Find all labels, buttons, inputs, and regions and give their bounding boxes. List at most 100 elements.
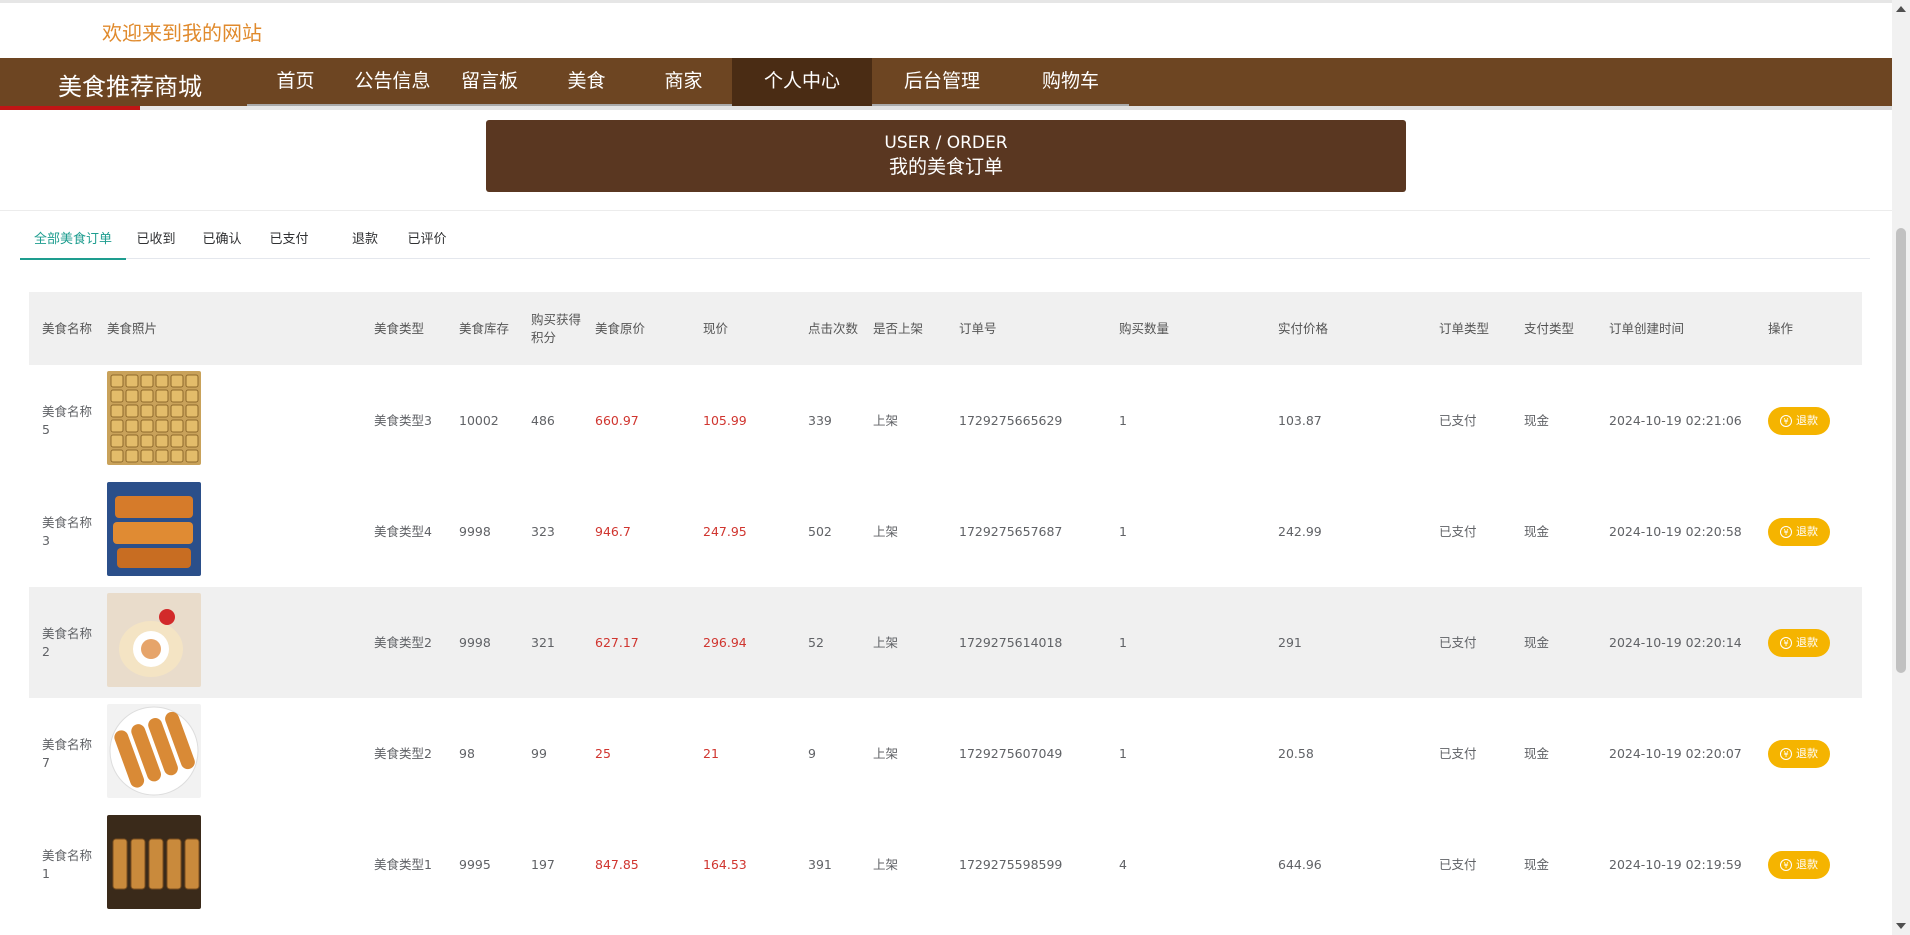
cell-text: 20.58: [1278, 745, 1314, 761]
orders-table: 美食名称 美食照片 美食类型 美食库存 购买获得积分 美食原价 现价 点击次数 是否上架 订单号 购…: [29, 292, 1862, 920]
cell-paid: 20.58: [1278, 698, 1428, 809]
cell-action: ¥ 退款: [1768, 365, 1848, 476]
nav-item-user-center[interactable]: 个人中心: [732, 58, 872, 106]
cell-pay-type: 现金: [1524, 365, 1604, 476]
cell-paid: 291: [1278, 587, 1428, 698]
cell-text: 9998: [459, 523, 491, 539]
nav-item-message-board[interactable]: 留言板: [441, 58, 538, 106]
nav-item-home[interactable]: 首页: [247, 58, 344, 106]
col-header-order-type: 订单类型: [1439, 320, 1490, 336]
cell-text: 164.53: [703, 856, 747, 872]
cell-text: 现金: [1524, 856, 1550, 872]
cell-points: 197: [531, 809, 587, 920]
cell-text: 2024-10-19 02:20:07: [1609, 745, 1742, 761]
cell-text: 美食类型2: [374, 745, 432, 761]
vertical-scrollbar[interactable]: [1892, 0, 1910, 935]
tab-received[interactable]: 已收到: [132, 222, 180, 258]
cell-shelf: 上架: [873, 809, 953, 920]
refund-button[interactable]: ¥ 退款: [1768, 406, 1830, 435]
nav-item-cart[interactable]: 购物车: [1012, 58, 1129, 106]
cell-text: 1729275614018: [959, 634, 1063, 650]
cell-order-no: 1729275598599: [959, 809, 1109, 920]
cell-action: ¥ 退款: [1768, 476, 1848, 587]
cell-price: 21: [703, 698, 803, 809]
cell-text: 1729275607049: [959, 745, 1063, 761]
nav-item-merchants[interactable]: 商家: [635, 58, 732, 106]
cell-text: 美食名称7: [42, 736, 93, 770]
cell-text: 已支付: [1439, 412, 1477, 428]
food-photo[interactable]: [107, 371, 201, 470]
cell-price: 105.99: [703, 365, 803, 476]
cell-order-type: 已支付: [1439, 809, 1519, 920]
cell-text: 105.99: [703, 412, 747, 428]
cell-type: 美食类型4: [374, 476, 454, 587]
table-row: 美食名称7 美食类型2 98 99 25 21 9 上架 1729275607049 1 20.58…: [29, 698, 1862, 809]
cell-qty: 1: [1119, 365, 1269, 476]
col-header-stock: 美食库存: [459, 320, 510, 336]
cell-clicks: 339: [808, 365, 866, 476]
food-photo[interactable]: [107, 482, 201, 581]
nav-item-admin[interactable]: 后台管理: [872, 58, 1012, 106]
refund-button[interactable]: ¥ 退款: [1768, 517, 1830, 546]
cell-text: 现金: [1524, 523, 1550, 539]
cell-price: 247.95: [703, 476, 803, 587]
nav-item-notices[interactable]: 公告信息: [344, 58, 441, 106]
food-photo[interactable]: [107, 593, 201, 692]
nav-item-food[interactable]: 美食: [538, 58, 635, 106]
cell-pay-type: 现金: [1524, 698, 1604, 809]
refund-button[interactable]: ¥ 退款: [1768, 628, 1830, 657]
cell-text: 上架: [873, 412, 899, 428]
cell-photo: [107, 587, 367, 698]
food-photo[interactable]: [107, 815, 201, 914]
refund-button[interactable]: ¥ 退款: [1768, 850, 1830, 879]
cell-order-type: 已支付: [1439, 587, 1519, 698]
cell-text: 644.96: [1278, 856, 1322, 872]
cell-qty: 4: [1119, 809, 1269, 920]
cell-text: 391: [808, 856, 832, 872]
col-header-order-no: 订单号: [959, 320, 997, 336]
cell-text: 21: [703, 745, 719, 761]
cell-text: 上架: [873, 523, 899, 539]
food-photo[interactable]: [107, 704, 201, 803]
cell-text: 9995: [459, 856, 491, 872]
nav-stripe: [0, 106, 1892, 110]
cell-stock: 9998: [459, 476, 521, 587]
yen-coin-icon: ¥: [1780, 525, 1792, 538]
tab-refund[interactable]: 退款: [345, 222, 385, 258]
site-brand[interactable]: 美食推荐商城: [58, 67, 202, 102]
cell-text: 321: [531, 634, 555, 650]
cell-text: 上架: [873, 745, 899, 761]
scroll-down-icon[interactable]: [1896, 923, 1906, 929]
table-row: 美食名称1 美食类型1 9995 197 847.85 164.53 391 上架 172927…: [29, 809, 1862, 920]
table-row: 美食名称2 美食类型2 9998 321 627.17 296.94 52 上架 1729275…: [29, 587, 1862, 698]
cell-order-type: 已支付: [1439, 476, 1519, 587]
order-tabs: 全部美食订单 已收到 已确认 已支付 退款 已评价: [20, 222, 1870, 260]
cell-text: 已支付: [1439, 745, 1477, 761]
cell-pay-type: 现金: [1524, 809, 1604, 920]
scroll-thumb[interactable]: [1896, 228, 1906, 673]
cell-text: 美食类型1: [374, 856, 432, 872]
cell-order-type: 已支付: [1439, 365, 1519, 476]
col-header-paid: 实付价格: [1278, 320, 1329, 336]
refund-button[interactable]: ¥ 退款: [1768, 739, 1830, 768]
nav-items: 首页 公告信息 留言板 美食 商家 个人中心 后台管理 购物车: [247, 58, 1129, 106]
cell-text: 美食类型4: [374, 523, 432, 539]
cell-order-type: 已支付: [1439, 698, 1519, 809]
cell-stock: 9995: [459, 809, 521, 920]
yen-coin-icon: ¥: [1780, 858, 1792, 871]
tab-all[interactable]: 全部美食订单: [20, 222, 126, 260]
cell-text: 242.99: [1278, 523, 1322, 539]
table-row: 美食名称5 美食类型3 10002 486 660.97 105.99 339 上架 17292…: [29, 365, 1862, 476]
tab-confirmed[interactable]: 已确认: [198, 222, 246, 258]
col-header-action: 操作: [1768, 320, 1794, 336]
tab-paid[interactable]: 已支付: [265, 222, 313, 258]
cell-text: 2024-10-19 02:21:06: [1609, 412, 1742, 428]
cell-paid: 103.87: [1278, 365, 1428, 476]
col-header-created: 订单创建时间: [1609, 320, 1685, 336]
scroll-up-icon[interactable]: [1896, 6, 1906, 12]
cell-shelf: 上架: [873, 587, 953, 698]
cell-text: 美食类型3: [374, 412, 432, 428]
tab-reviewed[interactable]: 已评价: [403, 222, 451, 258]
cell-text: 现金: [1524, 745, 1550, 761]
cell-text: 1729275665629: [959, 412, 1063, 428]
